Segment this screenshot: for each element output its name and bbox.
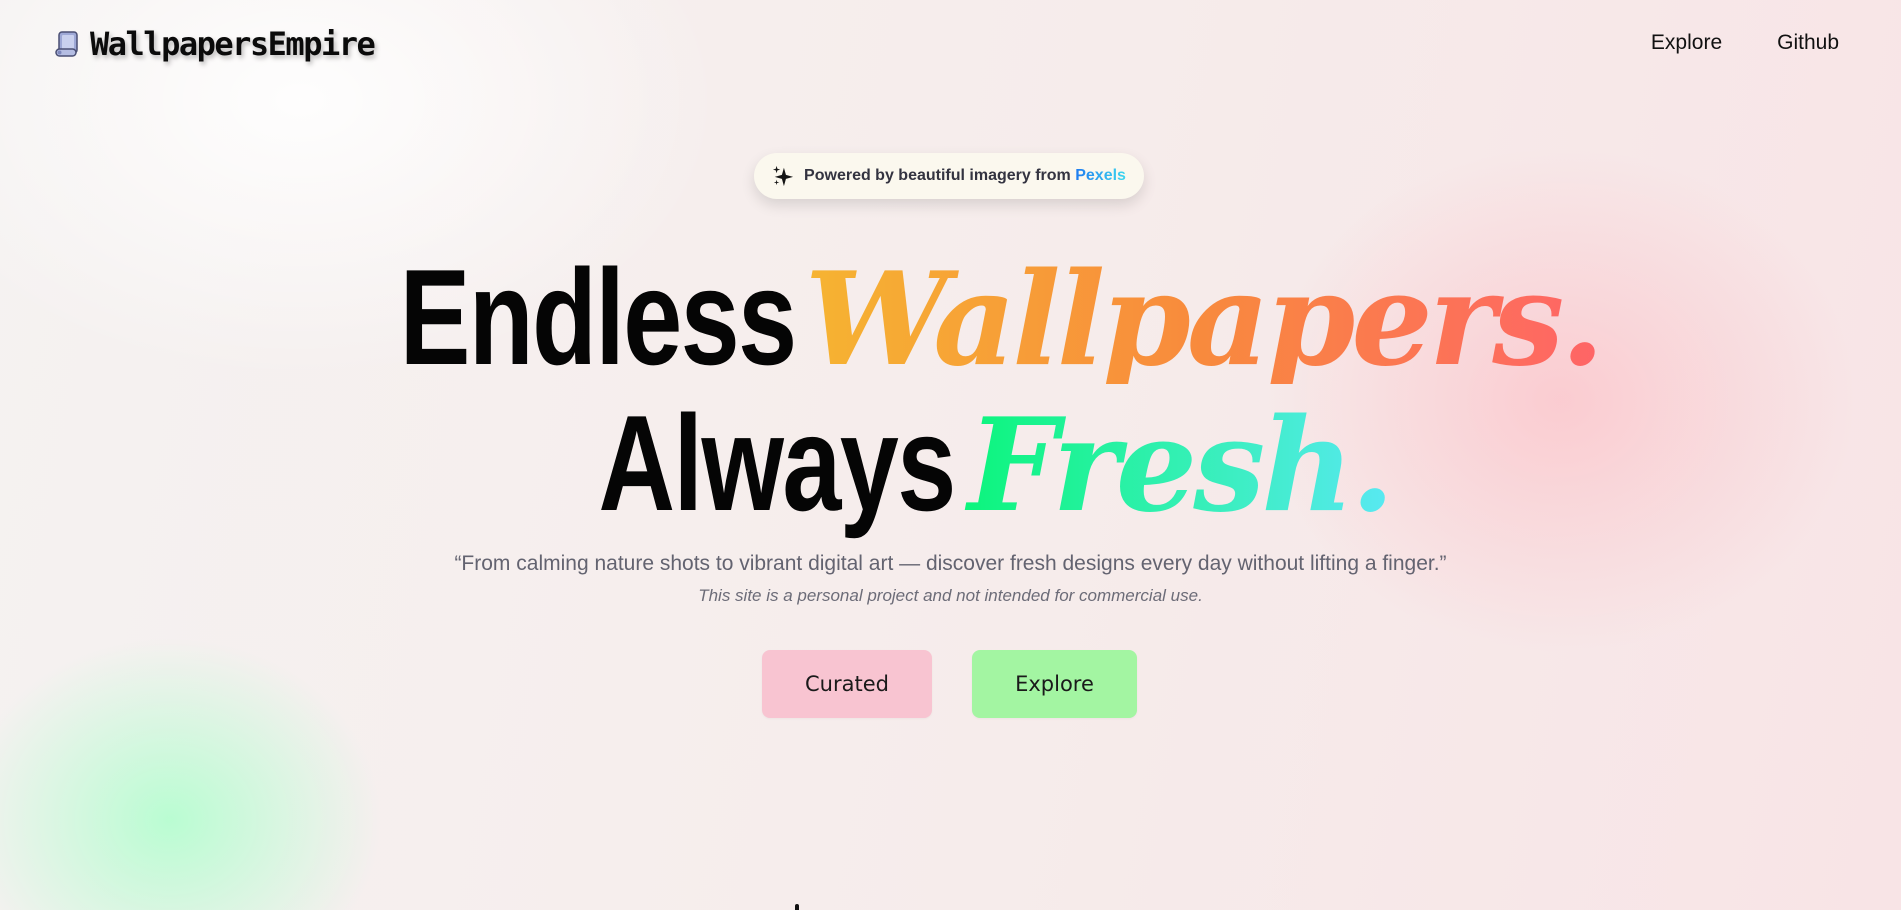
headline-line-1: Endless Wallpapers. [0,249,1901,395]
hero-quote: “From calming nature shots to vibrant di… [454,552,1447,575]
scroll-icon [55,31,78,57]
badge-text: Powered by beautiful imagery from [804,167,1071,184]
scroll-indicator [795,904,799,910]
headline-wallpapers: Wallpapers. [793,256,1613,384]
headline-always: Always [598,387,957,540]
curated-button[interactable]: Curated [762,650,932,718]
headline-line-2: Always Fresh. [0,395,1901,535]
nav-explore-link[interactable]: Explore [1651,31,1722,55]
headline-endless: Endless [399,241,797,394]
hero-disclaimer: This site is a personal project and not … [698,586,1203,605]
powered-by-badge: Powered by beautiful imagery from Pexels [754,153,1144,199]
hero-headline: Endless Wallpapers. Always Fresh. [0,249,1901,535]
pexels-link[interactable]: Pexels [1075,167,1126,184]
site-logo[interactable]: WallpapersEmpire [53,24,376,64]
nav-github-link[interactable]: Github [1777,31,1839,55]
sparkle-icon [772,165,794,187]
navbar: WallpapersEmpire Explore Github [0,0,1901,90]
site-title: WallpapersEmpire [90,25,376,63]
main-nav: Explore Github [1651,31,1839,55]
headline-fresh: Fresh. [956,402,1403,530]
explore-button[interactable]: Explore [972,650,1137,718]
